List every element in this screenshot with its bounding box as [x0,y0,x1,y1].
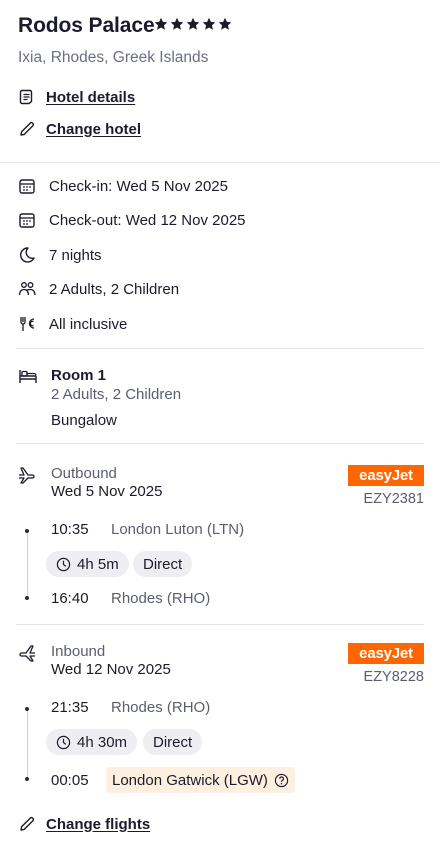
change-hotel-link[interactable]: Change hotel [18,120,141,138]
room-guests: 2 Adults, 2 Children [51,386,182,403]
room-type: Bungalow [51,412,117,429]
plane-departure-icon [19,467,35,484]
inbound-label: Inbound [51,643,106,660]
arrival-airport-warning[interactable]: London Gatwick (LGW) [106,767,295,793]
timeline-dot [25,777,29,781]
timeline-line [26,711,28,777]
section-divider [0,162,440,163]
change-flights-label: Change flights [46,815,151,833]
checkin-text: Check-in: Wed 5 Nov 2025 [49,177,228,195]
outbound-departure-time: 10:35 [51,521,89,538]
checkin-row: Check-in: Wed 5 Nov 2025 [18,177,228,195]
outbound-arrival-time: 16:40 [51,590,89,607]
board-text: All inclusive [49,315,128,333]
easyjet-logo: easyJet [348,643,424,664]
timeline-line [26,533,28,596]
pencil-icon [20,121,35,136]
section-divider [16,348,424,349]
outbound-stops: Direct [143,555,183,573]
star-icon [218,17,232,30]
inbound-departure-time: 21:35 [51,699,89,716]
guests-row: 2 Adults, 2 Children [18,280,179,298]
board-row: All inclusive [18,315,127,333]
change-hotel-label: Change hotel [46,120,142,138]
bed-icon [19,370,37,383]
clock-icon [56,557,71,571]
change-flights-link[interactable]: Change flights [18,815,150,833]
inbound-date: Wed 12 Nov 2025 [51,661,171,678]
hotel-details-link[interactable]: Hotel details [18,88,135,106]
inbound-stops: Direct [153,733,193,751]
outbound-flight-number: EZY2381 [363,491,424,507]
pencil-icon [20,816,35,831]
inbound-duration-pill: 4h 30m [46,729,138,755]
inbound-flight-number: EZY8228 [363,669,424,685]
people-icon [18,282,36,296]
outbound-label: Outbound [51,465,117,482]
guests-text: 2 Adults, 2 Children [49,280,180,298]
section-divider [16,624,424,625]
outbound-duration-pill: 4h 5m [46,551,129,577]
inbound-departure-airport: Rhodes (RHO) [111,699,211,716]
hotel-name: Rodos Palace [18,14,155,37]
outbound-arrival-airport: Rhodes (RHO) [111,590,211,607]
star-rating [154,17,232,31]
calendar-icon [19,179,35,194]
calendar-icon [19,213,35,228]
room-title: Room 1 [51,367,107,384]
help-icon[interactable] [274,773,289,788]
hotel-details-label: Hotel details [46,88,136,106]
inbound-arrival-airport: London Gatwick (LGW) [112,771,268,789]
outbound-stops-pill: Direct [133,551,193,577]
hotel-location: Ixia, Rhodes, Greek Islands [18,49,209,66]
outbound-duration: 4h 5m [77,555,119,573]
checkout-row: Check-out: Wed 12 Nov 2025 [18,211,246,229]
timeline-dot [25,596,29,600]
outbound-date: Wed 5 Nov 2025 [51,483,163,500]
easyjet-logo: easyJet [348,465,424,486]
nights-text: 7 nights [49,246,102,264]
cutlery-icon [20,317,35,331]
nights-row: 7 nights [18,246,102,264]
inbound-arrival-time: 00:05 [51,772,89,789]
inbound-stops-pill: Direct [143,729,203,755]
clock-icon [56,735,71,749]
star-icon [154,17,168,30]
inbound-duration: 4h 30m [77,733,128,751]
document-icon [19,89,33,105]
checkout-text: Check-out: Wed 12 Nov 2025 [49,211,246,229]
star-icon [202,17,216,30]
outbound-departure-airport: London Luton (LTN) [111,521,245,538]
star-icon [170,17,184,30]
section-divider [16,443,424,444]
moon-icon [20,247,35,263]
star-icon [186,17,200,30]
plane-arrival-icon [19,645,35,662]
